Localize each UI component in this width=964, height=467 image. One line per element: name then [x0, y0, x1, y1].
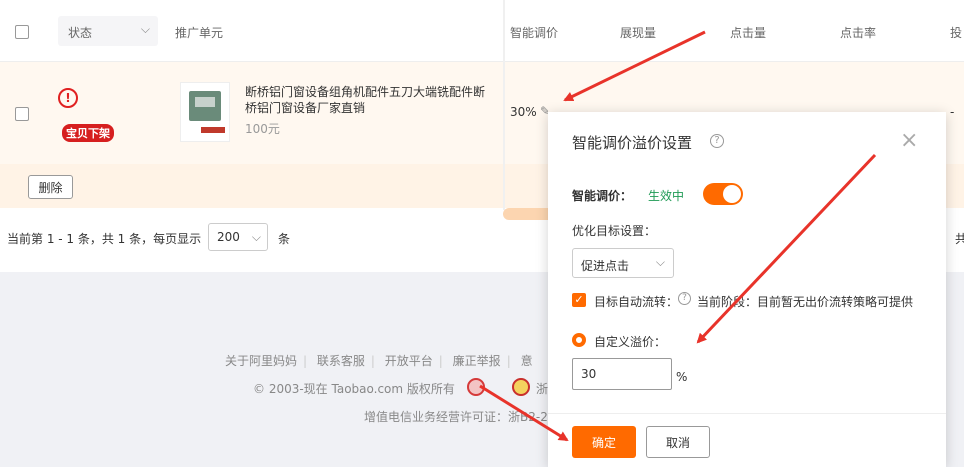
custom-premium-input[interactable] — [572, 358, 672, 390]
toggle-knob — [723, 185, 741, 203]
col-clicks[interactable]: 点击量 — [730, 24, 766, 41]
auto-transfer-label: 目标自动流转： — [594, 295, 679, 309]
copyright: © 2003-现在 Taobao.com 版权所有 — [253, 382, 455, 396]
footer-link-service[interactable]: 联系客服 — [317, 354, 365, 368]
pager-summary: 当前第 1 - 1 条，共 1 条，每页显示 — [7, 232, 202, 246]
product-title[interactable]: 断桥铝门窗设备组角机配件五刀大端铣配件断桥铝门窗设备厂家直销 — [245, 84, 495, 116]
machine-part — [195, 97, 215, 107]
percent-unit: % — [676, 370, 688, 384]
page-size-value: 200 — [217, 230, 240, 244]
chevron-down-icon: ⌵ — [655, 255, 665, 269]
police-emblem-icon[interactable] — [467, 378, 485, 396]
chevron-down-icon: ⌵ — [251, 230, 261, 244]
status-badge: 宝贝下架 — [62, 124, 114, 142]
chevron-down-icon: ⌵ — [140, 22, 150, 36]
select-all-checkbox[interactable] — [15, 25, 29, 39]
cell-empty: - — [950, 105, 955, 119]
goal-select[interactable]: 促进点击 ⌵ — [572, 248, 674, 278]
custom-premium-radio[interactable] — [572, 333, 586, 347]
help-icon[interactable]: ? — [710, 134, 724, 148]
dialog-title: 智能调价溢价设置 — [572, 134, 693, 152]
status-filter-select[interactable]: 状态 ⌵ — [58, 16, 158, 46]
footer-link-report[interactable]: 廉正举报 — [453, 354, 501, 368]
pager-total-cut: 共 — [955, 232, 964, 246]
dialog-divider — [548, 413, 946, 414]
product-price: 100元 — [245, 122, 280, 136]
smart-pricing-dialog: 智能调价溢价设置 ? × 智能调价： 生效中 优化目标设置： 促进点击 ⌵ ✓ … — [548, 112, 946, 467]
warning-icon: ! — [58, 88, 78, 108]
col-promo-unit: 推广单元 — [175, 26, 224, 40]
col-smart-pricing: 智能调价 — [510, 26, 559, 40]
table-header: 状态 ⌵ 推广单元 智能调价 展现量 点击量 点击率 投 — [0, 0, 964, 62]
cancel-button[interactable]: 取消 — [646, 426, 710, 458]
smart-pricing-status: 生效中 — [648, 189, 685, 203]
goal-label: 优化目标设置： — [572, 224, 657, 238]
icp-license: 增值电信业务经营许可证：浙B2-20 — [364, 410, 556, 424]
footer-link-about[interactable]: 关于阿里妈妈 — [225, 354, 297, 368]
col-impressions[interactable]: 展现量 — [620, 24, 656, 41]
smart-pricing-label: 智能调价： — [572, 189, 633, 203]
smart-pricing-value: 30% — [510, 105, 537, 119]
footer-link-cut[interactable]: 意 — [521, 354, 533, 368]
thumbnail-label — [201, 127, 225, 133]
confirm-button[interactable]: 确定 — [572, 426, 636, 458]
footer-links: 关于阿里妈妈 | 联系客服 | 开放平台 | 廉正举报 | 意 — [225, 354, 533, 368]
status-filter-label: 状态 — [68, 26, 93, 40]
row-checkbox[interactable] — [15, 107, 29, 121]
col-cut: 投 — [950, 26, 963, 40]
page-size-select[interactable]: 200 ⌵ — [208, 223, 268, 251]
col-ctr[interactable]: 点击率 — [840, 24, 876, 41]
pager-unit: 条 — [278, 232, 291, 246]
footer-link-open[interactable]: 开放平台 — [385, 354, 433, 368]
province-cut: 浙 — [536, 382, 549, 396]
phase-text: 当前阶段：目前暂无出价流转策略可提供 — [697, 295, 914, 309]
help-icon[interactable]: ? — [678, 292, 691, 305]
auto-transfer-checkbox[interactable]: ✓ — [572, 293, 586, 307]
close-icon[interactable]: × — [900, 128, 918, 153]
product-thumbnail[interactable] — [180, 82, 230, 142]
custom-premium-label: 自定义溢价： — [594, 335, 667, 349]
goal-value: 促进点击 — [581, 259, 630, 273]
gov-badge-icon[interactable] — [512, 378, 530, 396]
delete-button[interactable]: 删除 — [28, 175, 73, 199]
smart-pricing-toggle[interactable] — [703, 183, 743, 205]
column-divider — [503, 0, 505, 210]
